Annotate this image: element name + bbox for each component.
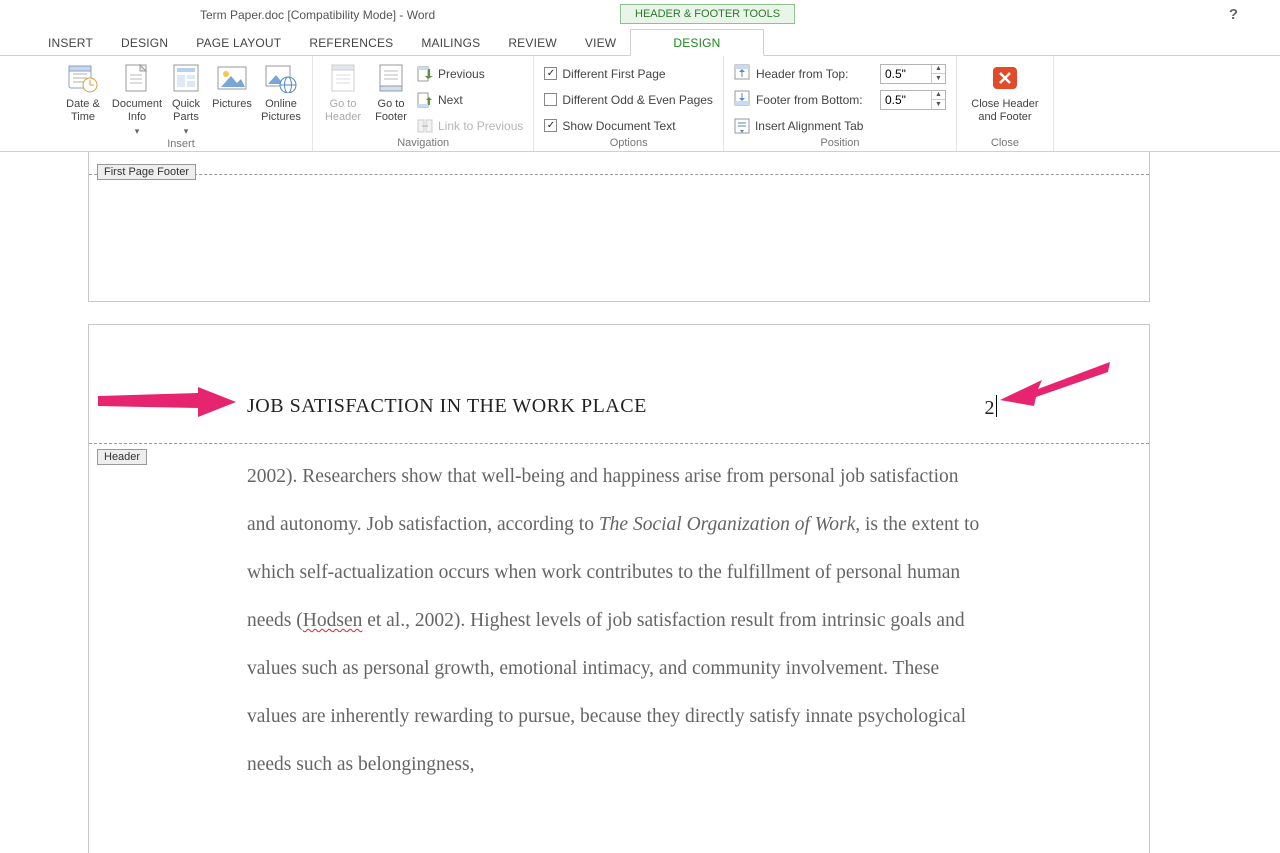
checkbox-checked-icon: ✓ [544,67,557,80]
chevron-down-icon[interactable]: ▼ [932,100,945,109]
tab-view[interactable]: VIEW [571,30,630,55]
label: Different First Page [562,67,665,81]
next-button[interactable]: Next [417,89,523,111]
label: Insert Alignment Tab [755,119,864,133]
footer-from-bottom-row: Footer from Bottom: ▲▼ [734,89,946,111]
body-italic: The Social Organization of Work, [599,514,860,535]
pictures-button[interactable]: Pictures [208,60,256,138]
header-from-top-input[interactable] [881,65,931,83]
tab-design[interactable]: DESIGN [107,30,182,55]
close-header-footer-button[interactable]: Close Header and Footer [963,60,1047,137]
different-first-page-checkbox[interactable]: ✓ Different First Page [544,63,713,85]
next-icon [417,92,433,108]
page-1-bottom[interactable]: First Page Footer [88,152,1150,302]
picture-icon [216,62,248,94]
label: Header from Top: [756,67,874,81]
checkbox-unchecked-icon [544,93,557,106]
group-label: Close [963,137,1047,151]
text-cursor [996,395,997,417]
chevron-up-icon[interactable]: ▲ [932,91,945,101]
close-icon [989,62,1021,94]
running-head[interactable]: JOB SATISFACTION IN THE WORK PLACE [247,395,647,418]
group-close: Close Header and Footer Close [957,56,1054,151]
label: Show Document Text [562,119,675,133]
ribbon-tabs: INSERT DESIGN PAGE LAYOUT REFERENCES MAI… [0,28,1280,56]
label: Next [438,93,463,107]
group-label: Insert [56,138,306,152]
tab-review[interactable]: REVIEW [494,30,571,55]
go-to-header-icon [327,62,359,94]
first-page-footer-tag: First Page Footer [97,164,196,180]
link-to-previous-button: Link to Previous [417,115,523,137]
contextual-tab-label: HEADER & FOOTER TOOLS [620,4,795,24]
header-margin-icon [734,64,750,83]
chevron-down-icon[interactable]: ▼ [932,74,945,83]
alignment-tab-icon [734,118,750,134]
group-options: ✓ Different First Page Different Odd & E… [534,56,724,151]
label: Different Odd & Even Pages [562,93,713,107]
spinner-arrows[interactable]: ▲▼ [931,91,945,109]
tab-mailings[interactable]: MAILINGS [407,30,494,55]
group-label: Navigation [319,137,527,151]
label: Previous [438,67,485,81]
body-part: et al., 2002). Highest levels of job sat… [247,610,966,775]
header-tag: Header [97,449,147,465]
go-to-footer-icon [375,62,407,94]
group-position: Header from Top: ▲▼ Footer from Bottom: … [724,56,957,151]
spinner-arrows[interactable]: ▲▼ [931,65,945,83]
label: Pictures [212,98,252,111]
different-odd-even-checkbox[interactable]: Different Odd & Even Pages [544,89,713,111]
calendar-clock-icon [67,62,99,94]
previous-button[interactable]: Previous [417,63,523,85]
label: Quick Parts [164,98,208,124]
label: Close Header and Footer [963,98,1047,124]
label: Document Info [110,98,164,124]
group-navigation: Go to Header Go to Footer Previous [313,56,534,151]
label: Go to Header [319,98,367,124]
tab-hf-design[interactable]: DESIGN [630,29,763,56]
group-label: Options [540,137,717,151]
document-area[interactable]: First Page Footer JOB SATISFACTION IN TH… [0,152,1280,853]
checkbox-checked-icon: ✓ [544,119,557,132]
chevron-down-icon: ▾ [184,125,189,138]
title-bar: Term Paper.doc [Compatibility Mode] - Wo… [0,0,1280,28]
group-insert: Date & Time Document Info ▾ Quick Parts … [50,56,313,151]
insert-alignment-tab-button[interactable]: Insert Alignment Tab [734,115,946,137]
help-icon[interactable]: ? [1229,6,1238,23]
chevron-down-icon: ▾ [135,125,140,138]
previous-icon [417,66,433,82]
footer-from-bottom-spinner[interactable]: ▲▼ [880,90,946,110]
tab-references[interactable]: REFERENCES [295,30,407,55]
header-from-top-row: Header from Top: ▲▼ [734,63,946,85]
go-to-footer-button[interactable]: Go to Footer [367,60,415,137]
spelling-error[interactable]: Hodsen [303,610,363,631]
quick-parts-icon [170,62,202,94]
body-text[interactable]: 2002). Researchers show that well-being … [247,453,989,789]
page-2[interactable]: JOB SATISFACTION IN THE WORK PLACE 2 Hea… [88,324,1150,853]
page-number[interactable]: 2 [985,395,998,420]
chevron-up-icon[interactable]: ▲ [932,65,945,75]
label: Go to Footer [367,98,415,124]
online-pictures-button[interactable]: Online Pictures [256,60,306,138]
show-document-text-checkbox[interactable]: ✓ Show Document Text [544,115,713,137]
label: Online Pictures [256,98,306,124]
document-info-button[interactable]: Document Info ▾ [110,60,164,138]
date-time-button[interactable]: Date & Time [56,60,110,138]
group-label: Position [730,137,950,151]
footer-from-bottom-input[interactable] [881,91,931,109]
footer-margin-icon [734,90,750,109]
online-pictures-icon [265,62,297,94]
tab-insert[interactable]: INSERT [34,30,107,55]
quick-parts-button[interactable]: Quick Parts ▾ [164,60,208,138]
label: Date & Time [56,98,110,124]
label: Footer from Bottom: [756,93,874,107]
ribbon: Date & Time Document Info ▾ Quick Parts … [0,56,1280,152]
tab-page-layout[interactable]: PAGE LAYOUT [182,30,295,55]
header-from-top-spinner[interactable]: ▲▼ [880,64,946,84]
document-info-icon [121,62,153,94]
window-title: Term Paper.doc [Compatibility Mode] - Wo… [200,8,435,22]
label: Link to Previous [438,119,523,133]
link-icon [417,118,433,134]
go-to-header-button: Go to Header [319,60,367,137]
